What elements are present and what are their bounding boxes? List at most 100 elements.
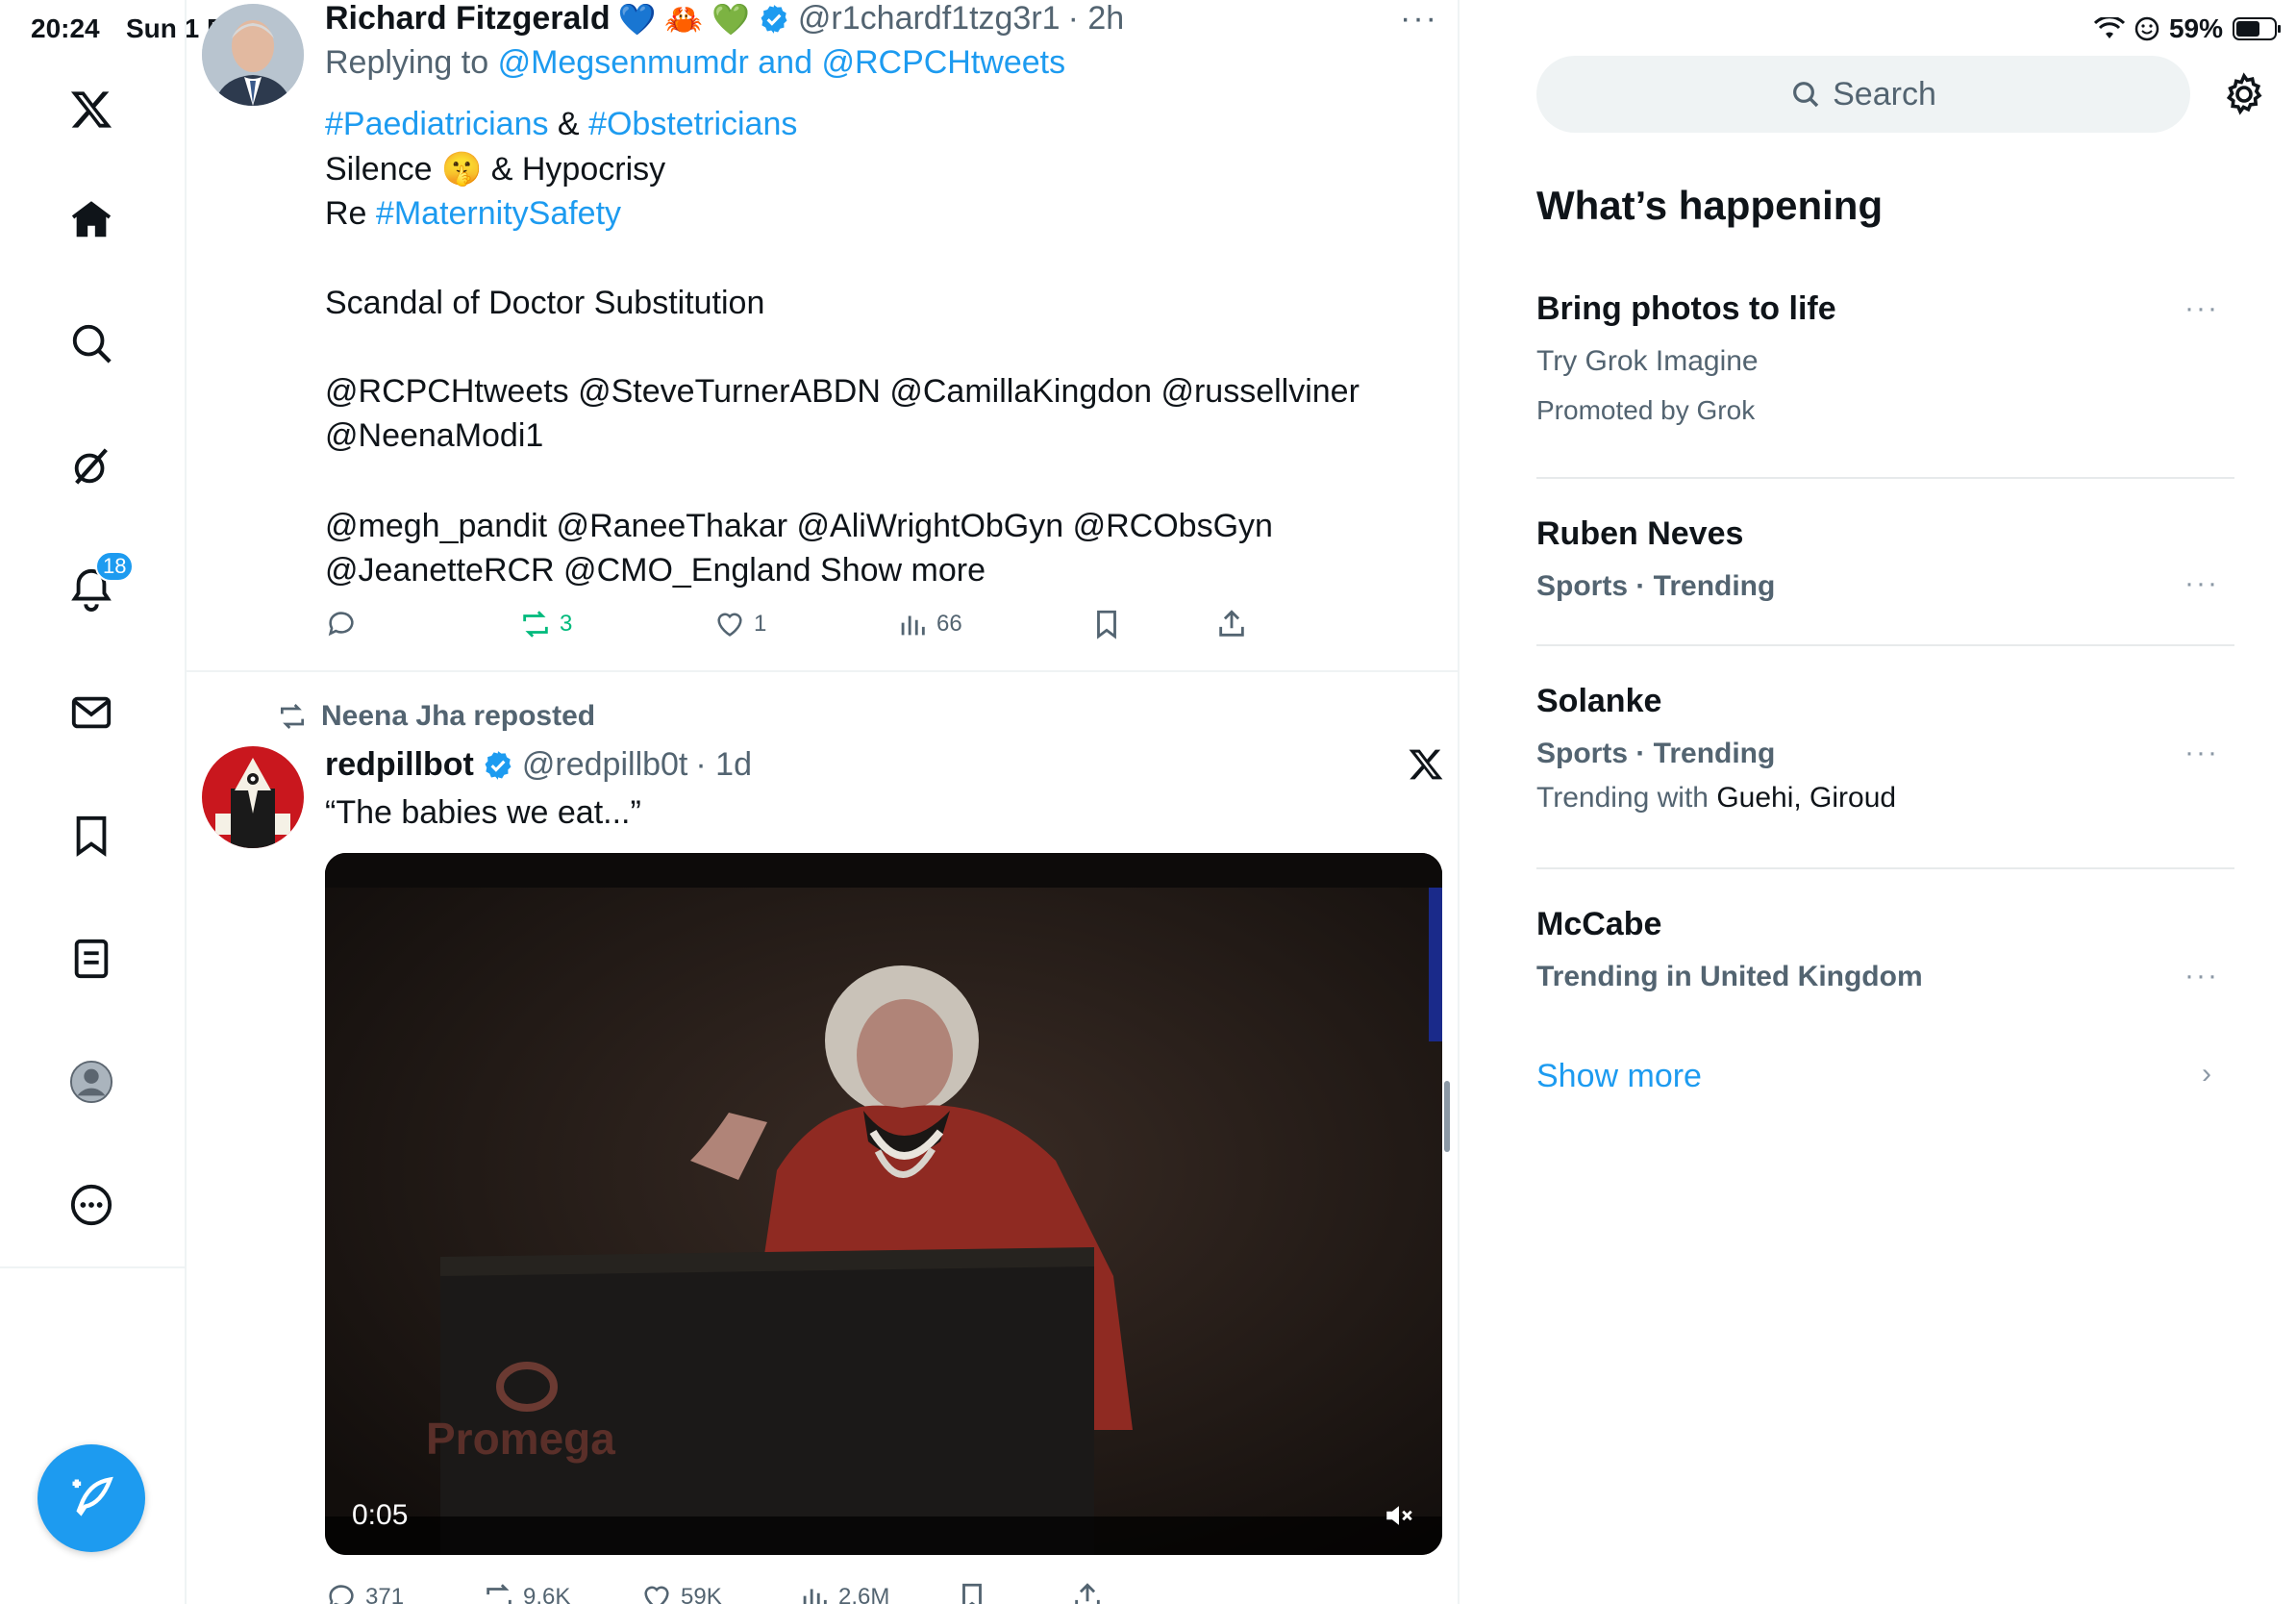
trend-subtitle: Trending in United Kingdom <box>1536 961 1923 992</box>
timeline: Richard Fitzgerald 💙 🦀 💚 @r1chardf1tzg3r… <box>187 0 1460 1604</box>
replying-to-prefix: Replying to <box>325 44 489 81</box>
repost-context: Neena Jha reposted <box>277 700 595 733</box>
bookmark-button[interactable] <box>956 1581 1071 1604</box>
author-name[interactable]: redpillbot <box>325 746 474 784</box>
share-button[interactable] <box>1071 1581 1104 1604</box>
avatar[interactable] <box>202 4 304 106</box>
avatar[interactable] <box>202 746 304 848</box>
trend-more-icon[interactable]: ··· <box>2184 292 2219 325</box>
tweet-actions: 3 1 66 <box>325 608 1248 640</box>
tweet-time[interactable]: · 2h <box>1068 0 1125 38</box>
search-input[interactable]: Search <box>1536 56 2190 133</box>
tweet-header: redpillbot @redpillb0t · 1d <box>325 746 752 784</box>
mentions-line[interactable]: @NeenaModi1 <box>325 414 543 458</box>
grok-icon[interactable] <box>45 420 137 513</box>
replying-to-users[interactable]: @Megsenmumdr and @RCPCHtweets <box>498 44 1066 81</box>
mute-icon[interactable] <box>1383 1499 1415 1532</box>
author-name[interactable]: Richard Fitzgerald <box>325 0 611 38</box>
verified-badge-icon <box>485 750 512 780</box>
show-more-link[interactable]: Show more <box>1536 1058 1702 1095</box>
settings-gear-icon[interactable] <box>2221 71 2267 117</box>
share-button[interactable] <box>1215 608 1248 640</box>
trend-more-icon[interactable]: ··· <box>2184 737 2219 769</box>
views-count: 2.6M <box>838 1584 890 1604</box>
x-close-icon[interactable] <box>1408 746 1444 783</box>
hashtag-link[interactable]: #Paediatricians <box>325 106 548 142</box>
lists-icon[interactable] <box>45 913 137 1005</box>
trend-title: Bring photos to life <box>1536 290 1836 327</box>
reply-icon <box>328 612 354 637</box>
search-icon[interactable] <box>45 297 137 389</box>
trend-related-names: Guehi, Giroud <box>1716 782 1897 814</box>
trend-title: McCabe <box>1536 906 1662 942</box>
repost-icon <box>523 611 548 638</box>
trend-item[interactable]: Ruben Neves Sports · Trending <box>1536 515 2234 603</box>
more-icon[interactable] <box>45 1159 137 1251</box>
hashtag-link[interactable]: #MaternitySafety <box>376 195 621 232</box>
trend-item[interactable]: Solanke Sports · Trending Trending with … <box>1536 683 2234 815</box>
like-count: 1 <box>754 611 767 637</box>
notifications-icon[interactable]: 18 <box>45 543 137 636</box>
search-placeholder: Search <box>1833 75 1936 113</box>
bookmark-button[interactable] <box>1090 608 1215 640</box>
like-button[interactable]: 1 <box>713 608 896 640</box>
left-nav: 18 <box>0 0 187 1604</box>
trend-more-icon[interactable]: ··· <box>2184 960 2219 992</box>
share-icon <box>1075 1583 1100 1604</box>
tweet-text-line: Scandal of Doctor Substitution <box>325 285 765 321</box>
reply-button[interactable] <box>325 608 519 640</box>
trend-divider <box>1536 477 2234 479</box>
author-handle[interactable]: @redpillb0t <box>522 746 688 784</box>
views-button[interactable]: 66 <box>896 608 1090 640</box>
reply-button[interactable]: 371 <box>325 1581 483 1604</box>
x-logo-icon[interactable] <box>45 63 137 156</box>
text-re: Re <box>325 195 376 232</box>
share-icon <box>1219 610 1244 637</box>
trend-divider <box>1536 867 2234 869</box>
tweet-divider <box>187 670 1458 672</box>
messages-icon[interactable] <box>45 666 137 759</box>
shushing-face-emoji: 🤫 <box>440 151 483 188</box>
chevron-right-icon[interactable]: › <box>2202 1058 2211 1090</box>
scrollbar-thumb[interactable] <box>1444 1081 1450 1152</box>
hashtag-link[interactable]: #Obstetricians <box>588 106 797 142</box>
compose-quill-icon <box>72 1476 113 1516</box>
text-hypocrisy: & Hypocrisy <box>482 151 666 188</box>
trend-divider <box>1536 644 2234 646</box>
home-icon[interactable] <box>45 174 137 266</box>
text-silence: Silence <box>325 151 441 188</box>
repost-count: 3 <box>560 611 573 637</box>
tweet-text-line: Silence 🤫 & Hypocrisy <box>325 147 665 191</box>
like-button[interactable]: 59K <box>640 1581 798 1604</box>
text-amp: & <box>548 106 589 142</box>
compose-button[interactable] <box>37 1444 145 1552</box>
mentions-line[interactable]: @RCPCHtweets @SteveTurnerABDN @CamillaKi… <box>325 369 1360 414</box>
app-window: 20:24 Sun 1 Feb 59% 18 Richard Fitzgeral… <box>0 0 2296 1604</box>
tweet-more-icon[interactable]: ··· <box>1400 0 1438 38</box>
mentions-line[interactable]: @megh_pandit @RaneeThakar @AliWrightObGy… <box>325 504 1273 548</box>
repost-button[interactable]: 9.6K <box>483 1581 640 1604</box>
bookmark-icon <box>962 1583 982 1604</box>
trend-promoted: Promoted by Grok <box>1536 395 1756 425</box>
repost-button[interactable]: 3 <box>519 608 713 640</box>
views-count: 66 <box>936 611 962 637</box>
views-chart-icon <box>803 1589 827 1604</box>
tweet-text-line: Re #MaternitySafety <box>325 191 621 236</box>
trend-item[interactable]: McCabe Trending in United Kingdom <box>1536 906 2234 993</box>
views-button[interactable]: 2.6M <box>798 1581 956 1604</box>
trend-item[interactable]: Bring photos to life Try Grok Imagine Pr… <box>1536 290 2234 426</box>
tweet-actions: 371 9.6K 59K 2.6M <box>325 1581 1104 1604</box>
author-handle[interactable]: @r1chardf1tzg3r1 <box>798 0 1061 38</box>
reply-icon <box>329 1585 354 1604</box>
profile-icon[interactable] <box>45 1036 137 1128</box>
trend-title: Solanke <box>1536 683 1662 719</box>
right-sidebar: Search What’s happening Bring photos to … <box>1461 0 2296 1604</box>
repost-context-label[interactable]: Neena Jha reposted <box>321 700 595 733</box>
tweet-time[interactable]: · 1d <box>695 746 752 784</box>
bookmark-icon <box>1097 610 1116 639</box>
mentions-line[interactable]: @JeanetteRCR @CMO_England Show more <box>325 548 986 592</box>
video-player[interactable]: Promega 0:05 <box>325 853 1442 1555</box>
bookmarks-icon[interactable] <box>45 789 137 882</box>
replying-to: Replying to @Megsenmumdr and @RCPCHtweet… <box>325 44 1065 82</box>
trend-more-icon[interactable]: ··· <box>2184 567 2219 600</box>
